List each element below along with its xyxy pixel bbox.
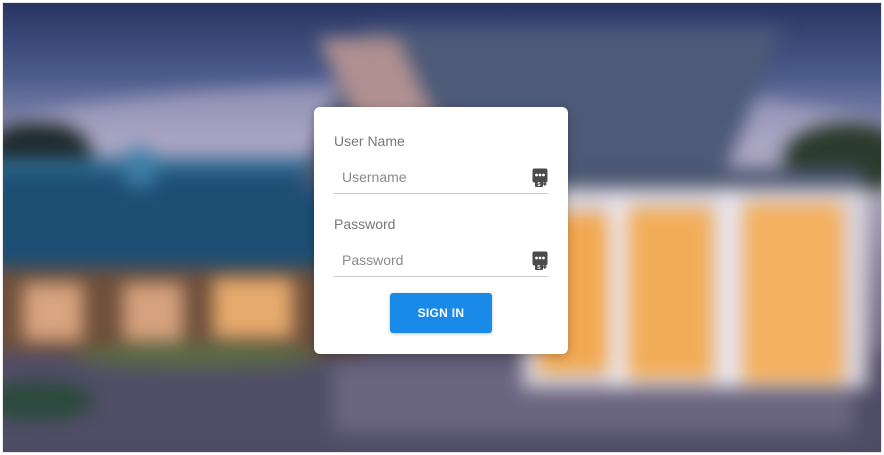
password-input[interactable] [334,245,524,275]
sign-in-button[interactable]: SIGN IN [390,293,492,333]
password-label: Password [334,216,396,232]
roof-left [3,173,343,273]
username-label: User Name [334,133,405,149]
garage-post [718,193,740,388]
garage-door [628,208,713,378]
password-manager-icon[interactable]: S [532,251,548,271]
password-manager-icon[interactable]: S [532,168,548,188]
cupola [125,148,155,186]
lawn [73,343,323,369]
garage-post [608,198,630,388]
window [213,278,293,338]
password-field-wrapper: S [334,245,548,277]
window [23,283,83,341]
window [123,283,183,341]
garage-door [743,203,843,383]
username-field-wrapper: S [334,162,548,194]
login-card: User Name S Password S SIGN IN [314,107,568,354]
username-input[interactable] [334,162,524,192]
